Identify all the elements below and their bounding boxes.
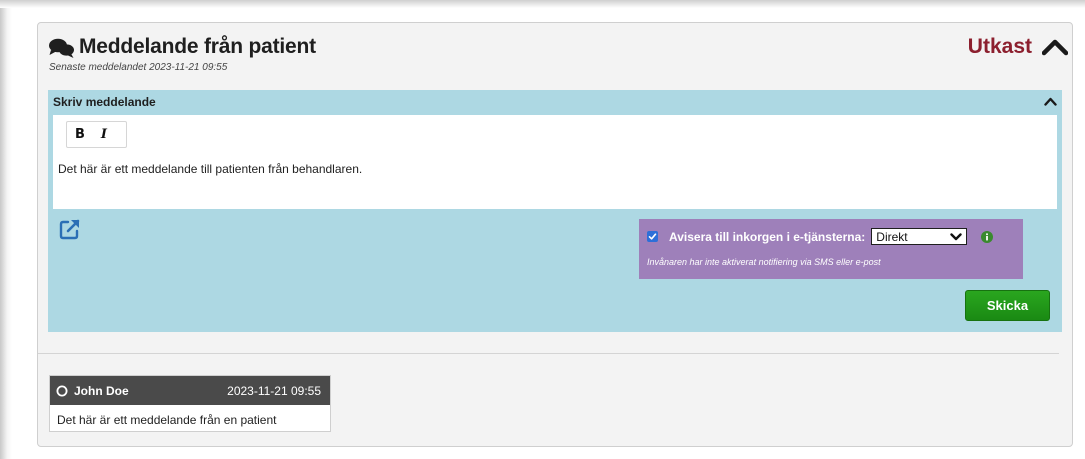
notify-select-value: Direkt — [876, 229, 908, 244]
notify-select[interactable]: Direkt — [871, 228, 968, 245]
status-area: Utkast — [968, 35, 1068, 59]
message-text[interactable]: Det här är ett meddelande till patienten… — [58, 162, 362, 176]
notification-row: Avisera till inkorgen i e-tjänsterna: Di… — [647, 228, 994, 245]
notification-box: Avisera till inkorgen i e-tjänsterna: Di… — [639, 219, 1023, 279]
notify-note: Invånaren har inte aktiverat notifiering… — [647, 257, 881, 267]
info-icon[interactable] — [981, 230, 994, 243]
title-row: Meddelande från patient — [48, 35, 1060, 59]
notify-label: Avisera till inkorgen i e-tjänsterna: — [669, 229, 866, 244]
message-header[interactable]: John Doe 2023-11-21 09:55 — [50, 376, 330, 405]
editor-toolbar: B I — [66, 121, 127, 148]
send-button[interactable]: Skicka — [965, 290, 1050, 321]
page-shadow-left — [0, 0, 12, 459]
notify-checkbox[interactable] — [647, 231, 658, 242]
compose-label: Skriv meddelande — [53, 95, 156, 109]
external-link-icon[interactable] — [59, 218, 81, 240]
message-date: 2023-11-21 09:55 — [227, 383, 321, 398]
chat-bubbles-icon — [49, 38, 74, 58]
bold-button[interactable]: B — [75, 127, 85, 142]
panel-header: Meddelande från patient Senaste meddelan… — [48, 35, 1060, 81]
check-icon — [648, 233, 657, 240]
compose-section: Skriv meddelande B I Det här är ett medd… — [48, 90, 1062, 332]
last-message-timestamp: Senaste meddelandet 2023-11-21 09:55 — [49, 62, 228, 73]
divider — [38, 353, 1059, 354]
message-card: John Doe 2023-11-21 09:55 Det här är ett… — [49, 375, 331, 432]
message-editor[interactable]: B I Det här är ett meddelande till patie… — [53, 115, 1057, 209]
status-badge: Utkast — [967, 35, 1032, 58]
page-title: Meddelande från patient — [79, 35, 316, 58]
radio-icon — [56, 385, 68, 396]
italic-button[interactable]: I — [101, 127, 107, 142]
chevron-down-icon — [950, 232, 962, 240]
message-author: John Doe — [74, 383, 129, 398]
chevron-up-icon[interactable] — [1044, 97, 1057, 106]
message-body: Det här är ett meddelande från en patien… — [57, 413, 277, 427]
page-shadow-top — [0, 0, 1085, 8]
chevron-up-icon[interactable] — [1042, 38, 1068, 56]
message-panel: Meddelande från patient Senaste meddelan… — [37, 22, 1073, 447]
